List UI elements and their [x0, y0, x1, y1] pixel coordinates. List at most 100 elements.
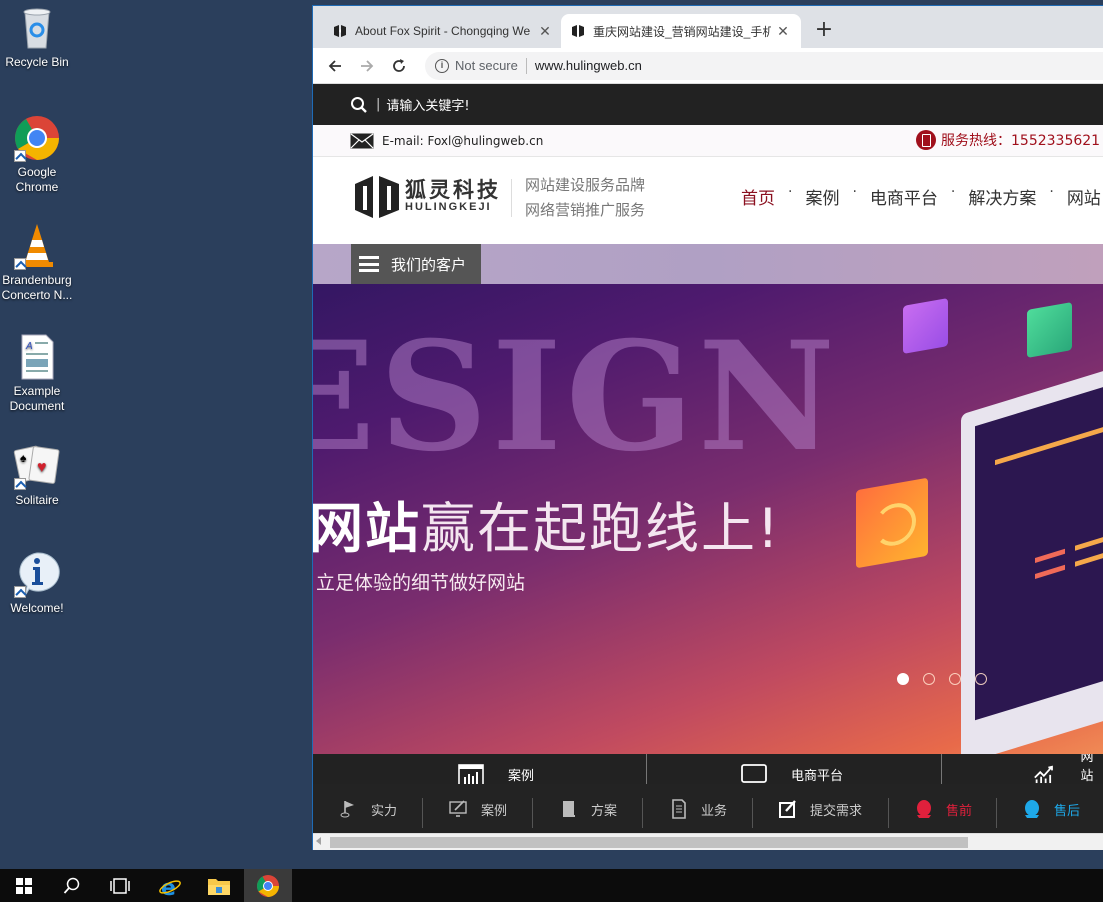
- web-page: | 请输入关键字! E-mail: Foxl@hulingweb.cn 服务热线…: [313, 84, 1103, 834]
- nav-item-website[interactable]: 网站: [1067, 184, 1101, 209]
- desktop-icon-google-chrome[interactable]: Google Chrome: [0, 114, 74, 195]
- brand-name-cn: 狐灵科技: [405, 178, 501, 202]
- search-icon[interactable]: [350, 96, 368, 114]
- desktop-icon-label: Brandenburg Concerto N...: [1, 273, 73, 302]
- nav-separator: ·: [852, 184, 857, 200]
- slide-dot-3[interactable]: [949, 673, 961, 685]
- taskbar-chrome[interactable]: [244, 869, 292, 902]
- search-divider: |: [376, 97, 381, 112]
- document-icon: [672, 799, 686, 819]
- footbar-item-business[interactable]: 业务: [669, 784, 727, 834]
- site-header: 狐灵科技 HULINGKEJI 网站建设服务品牌 网络营销推广服务 首页 · 案…: [313, 157, 1103, 244]
- scrollbar-thumb[interactable]: [330, 837, 968, 848]
- footbar-item-presales[interactable]: 售前: [914, 784, 972, 834]
- hero-headline-bold: 网站: [313, 497, 421, 560]
- forward-button[interactable]: [353, 52, 381, 80]
- footbar-divider: [752, 798, 753, 828]
- nav-item-home[interactable]: 首页: [741, 184, 775, 209]
- nav-separator: ·: [1049, 184, 1054, 200]
- slide-dot-2[interactable]: [923, 673, 935, 685]
- footbar-label: 实力: [371, 803, 398, 819]
- desktop-icon-recycle-bin[interactable]: Recycle Bin: [0, 4, 74, 70]
- footbar-label: 售后: [1054, 803, 1081, 819]
- footbar-item-strength[interactable]: 实力: [339, 784, 397, 834]
- desktop-icon-label: Google Chrome: [15, 165, 59, 194]
- footbar-label: 案例: [481, 803, 508, 819]
- nav-item-ecommerce[interactable]: 电商平台: [870, 184, 938, 209]
- hero-headline-rest: 赢在起跑线上!: [421, 497, 781, 560]
- footbar-item-plans[interactable]: 方案: [559, 784, 617, 834]
- our-clients-button[interactable]: 我们的客户: [351, 244, 481, 284]
- hotline-text: 服务热线：1552335621: [941, 133, 1101, 149]
- chrome-icon: [257, 874, 279, 897]
- contact-bar: E-mail: Foxl@hulingweb.cn 服务热线：155233562…: [313, 125, 1103, 157]
- search-icon: [63, 877, 80, 894]
- reload-button[interactable]: [385, 52, 413, 80]
- menu-icon: [359, 256, 379, 272]
- category-label: 电商平台: [791, 769, 844, 784]
- category-item-ecommerce[interactable]: 电商平台: [741, 754, 843, 784]
- trend-chart-icon: [1034, 765, 1053, 784]
- reload-icon: [393, 58, 405, 72]
- shortcut-arrow-icon: [14, 478, 26, 490]
- desktop-icon-brandenburg-concerto[interactable]: Brandenburg Concerto N...: [0, 222, 74, 303]
- tab-title: About Fox Spirit - Chongqing We: [355, 24, 531, 38]
- category-divider: [941, 754, 942, 784]
- footbar-item-aftersales[interactable]: 售后: [1022, 784, 1080, 834]
- footbar-label: 售前: [946, 803, 973, 819]
- scroll-left-icon[interactable]: [316, 837, 321, 845]
- slide-dot-1[interactable]: [897, 673, 909, 685]
- start-button[interactable]: [0, 869, 48, 902]
- close-tab-icon[interactable]: ✕: [775, 23, 791, 40]
- qq-icon: [917, 800, 931, 818]
- footbar-label: 业务: [701, 803, 728, 819]
- category-bar: 案例 电商平台 网站: [313, 754, 1103, 784]
- footbar-item-cases[interactable]: 案例: [449, 784, 507, 834]
- category-item-website[interactable]: 网站: [1033, 754, 1103, 784]
- footbar-label: 提交需求: [810, 803, 863, 819]
- footbar-item-submit-request[interactable]: 提交需求: [778, 784, 862, 834]
- footbar-divider: [996, 798, 997, 828]
- laptop-screen: [975, 369, 1103, 721]
- tab-about-fox-spirit[interactable]: About Fox Spirit - Chongqing We ✕: [323, 14, 563, 48]
- nav-item-solutions[interactable]: 解决方案: [968, 184, 1036, 209]
- close-tab-icon[interactable]: ✕: [537, 23, 553, 40]
- progress-ring-card-icon: [856, 477, 928, 569]
- svg-text:♠: ♠: [20, 451, 27, 465]
- site-search-bar[interactable]: | 请输入关键字!: [313, 84, 1103, 125]
- pie-chart-card-icon: [1027, 302, 1072, 358]
- desktop-icon-label: Welcome!: [10, 601, 64, 615]
- nav-item-cases[interactable]: 案例: [805, 184, 839, 209]
- browser-window: About Fox Spirit - Chongqing We ✕ 重庆网站建设…: [312, 5, 1103, 850]
- windows-logo-icon: [16, 877, 32, 894]
- taskbar-internet-explorer[interactable]: e: [146, 869, 194, 902]
- back-button[interactable]: [321, 52, 349, 80]
- hulingkeji-logo-icon[interactable]: [353, 172, 403, 222]
- address-bar[interactable]: i Not secure www.hulingweb.cn: [425, 51, 1103, 80]
- footbar-label: 方案: [591, 803, 618, 819]
- url-text[interactable]: www.hulingweb.cn: [535, 58, 642, 73]
- footbar-divider: [422, 798, 423, 828]
- desktop-icon-example-document[interactable]: A Example Document: [0, 333, 74, 414]
- taskbar-file-explorer[interactable]: [195, 869, 243, 902]
- slide-dot-4[interactable]: [975, 673, 987, 685]
- desktop-icon-solitaire[interactable]: ♠ ♥ Solitaire: [0, 442, 74, 508]
- horizontal-scrollbar[interactable]: [313, 833, 1103, 850]
- search-input[interactable]: 请输入关键字!: [386, 95, 469, 114]
- tab-strip: About Fox Spirit - Chongqing We ✕ 重庆网站建设…: [313, 6, 1103, 48]
- browser-toolbar: i Not secure www.hulingweb.cn: [313, 48, 1103, 84]
- phone-icon: [916, 130, 936, 150]
- laptop-illustration: [961, 353, 1103, 754]
- hero-banner[interactable]: ESIGN 我们的客户 网站赢在起跑线上! 立足体验的细节做好网站: [313, 244, 1103, 754]
- arrow-left-icon: [328, 59, 341, 72]
- new-tab-button[interactable]: +: [813, 19, 835, 41]
- category-label: 案例: [508, 769, 535, 784]
- task-view-button[interactable]: [96, 869, 144, 902]
- email-text[interactable]: E-mail: Foxl@hulingweb.cn: [382, 134, 543, 148]
- hero-background-word: ESIGN: [313, 309, 840, 485]
- desktop-icon-welcome[interactable]: Welcome!: [0, 550, 74, 616]
- tab-hulingweb-home[interactable]: 重庆网站建设_营销网站建设_手机 ✕: [561, 14, 801, 48]
- taskbar-search-button[interactable]: [48, 869, 96, 902]
- category-item-cases[interactable]: 案例: [458, 754, 534, 784]
- info-icon[interactable]: i: [435, 58, 449, 73]
